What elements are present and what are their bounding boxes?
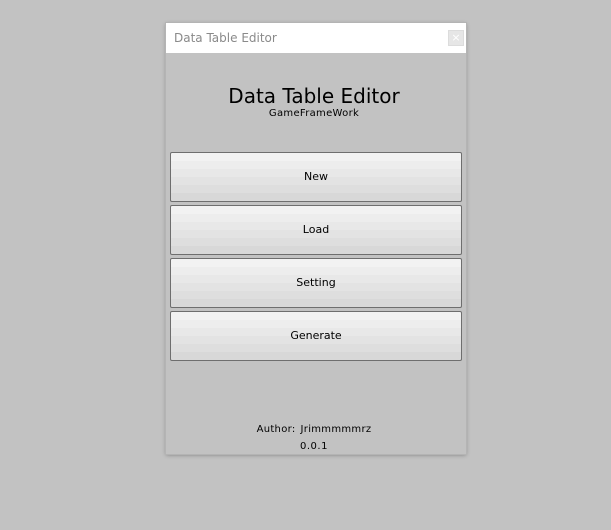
editor-window: Data Table Editor × Data Table Editor Ga… <box>166 23 466 454</box>
window-content: Data Table Editor GameFrameWork New Load… <box>166 53 466 454</box>
generate-button[interactable]: Generate <box>170 311 462 361</box>
setting-button[interactable]: Setting <box>170 258 462 308</box>
author-info: Author: Jrimmmmmrz <box>166 424 462 435</box>
load-button[interactable]: Load <box>170 205 462 255</box>
version-label: 0.0.1 <box>300 441 328 452</box>
close-icon[interactable]: × <box>448 30 464 46</box>
author-name: Jrimmmmmrz <box>300 424 372 435</box>
new-button[interactable]: New <box>170 152 462 202</box>
window-titlebar[interactable]: Data Table Editor × <box>166 23 466 53</box>
author-label: Author: <box>256 424 296 435</box>
app-subtitle: GameFrameWork <box>268 108 360 119</box>
window-title: Data Table Editor <box>174 31 277 45</box>
app-title: Data Table Editor <box>228 84 400 108</box>
